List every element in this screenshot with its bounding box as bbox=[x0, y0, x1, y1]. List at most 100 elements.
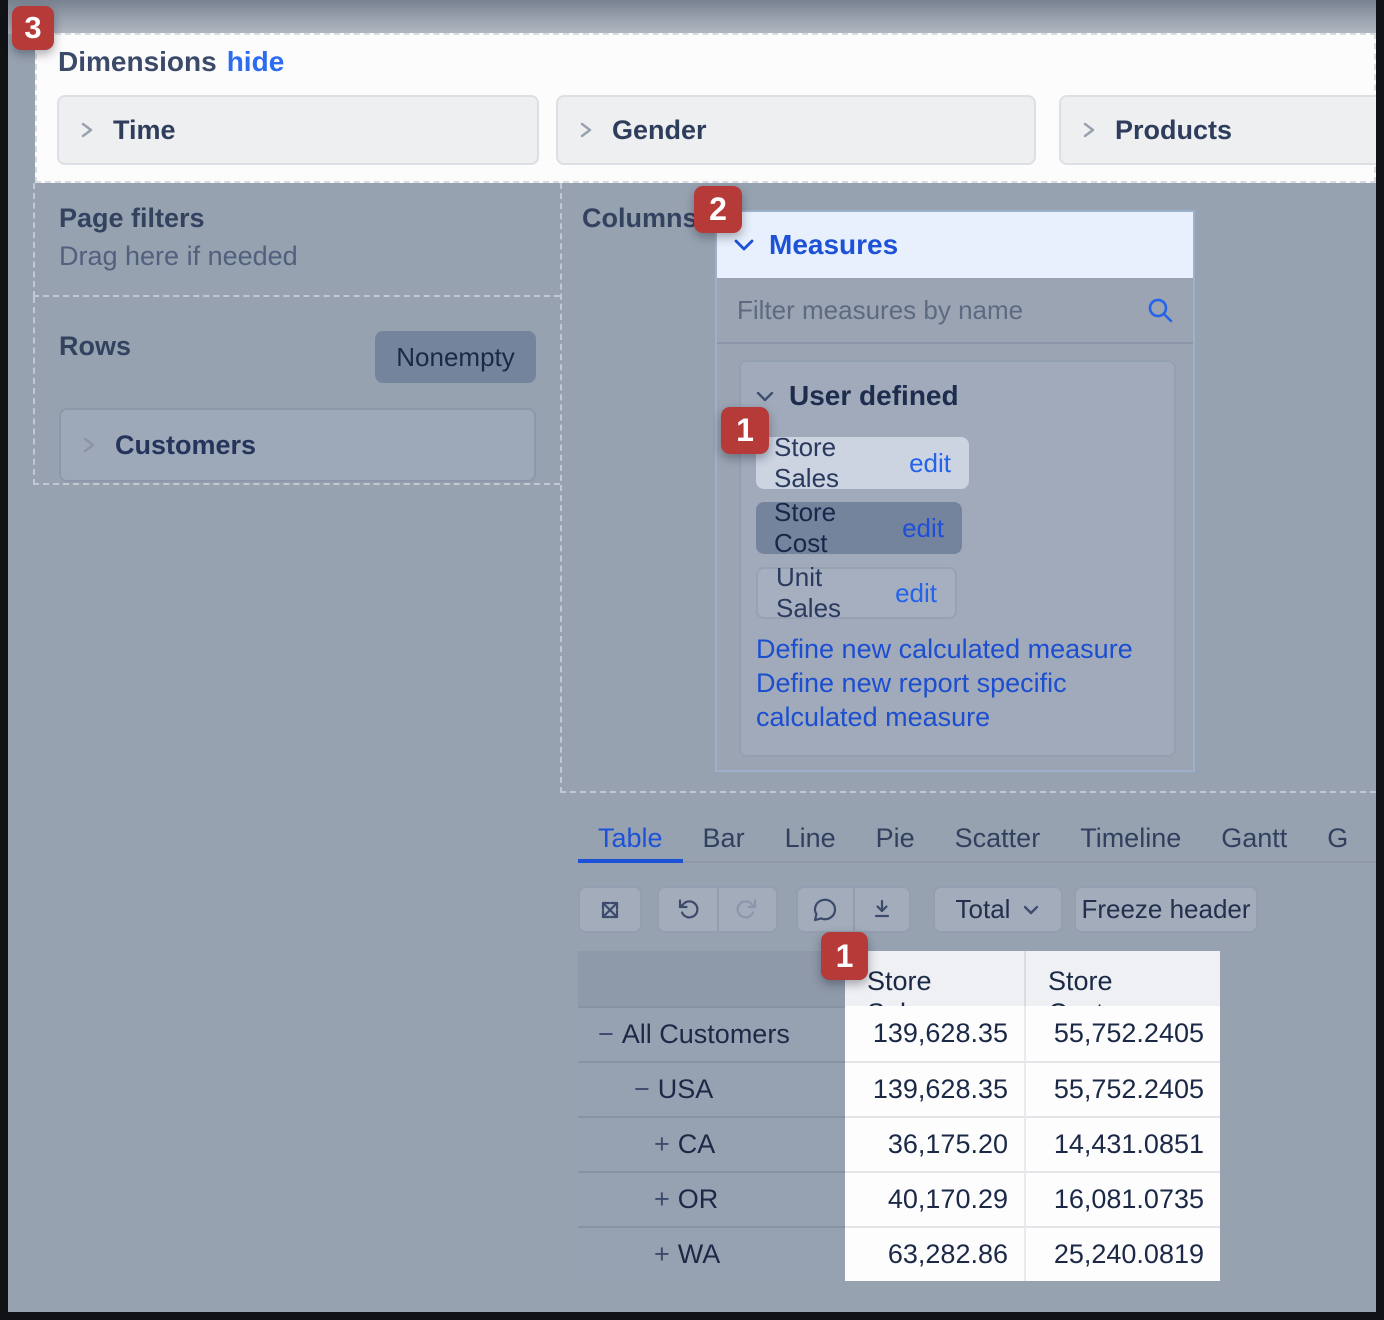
step-1-badge-measures: 1 bbox=[721, 407, 769, 454]
table-cell[interactable]: 139,628.35 bbox=[845, 1061, 1024, 1116]
measure-label: Unit Sales bbox=[776, 562, 883, 624]
measure-edit-link[interactable]: edit bbox=[895, 578, 937, 609]
chevron-right-icon bbox=[578, 118, 594, 142]
screen-edge-left bbox=[0, 0, 8, 1320]
page-filters-title: Page filters bbox=[59, 203, 205, 234]
step-1-badge-table: 1 bbox=[821, 932, 868, 980]
table-cell[interactable]: 40,170.29 bbox=[845, 1171, 1024, 1226]
measure-edit-link[interactable]: edit bbox=[902, 513, 944, 544]
row-header-usa[interactable]: − USA bbox=[578, 1061, 845, 1116]
search-icon[interactable] bbox=[1145, 295, 1175, 325]
columns-dropzone[interactable]: Columns Measures User defined Store bbox=[560, 183, 1376, 793]
measures-popup-title: Measures bbox=[769, 229, 898, 261]
expand-icon[interactable]: + bbox=[654, 1129, 670, 1160]
measures-popup-header[interactable]: Measures bbox=[717, 212, 1193, 278]
freeze-header-button[interactable]: Freeze header bbox=[1074, 886, 1258, 933]
pivot-table: Store Sales Store Cost − All Customers 1… bbox=[578, 951, 1220, 1281]
view-type-tabs: Table Bar Line Pie Scatter Timeline Gant… bbox=[578, 815, 1376, 863]
pivot-designer-screen: Dimensions hide Time Gender Products Page… bbox=[0, 0, 1384, 1320]
row-header-all-customers[interactable]: − All Customers bbox=[578, 1006, 845, 1061]
table-cell[interactable]: 139,628.35 bbox=[845, 1006, 1024, 1061]
tab-gantt[interactable]: Gantt bbox=[1201, 815, 1307, 861]
dimension-card-products[interactable]: Products bbox=[1059, 95, 1384, 165]
row-label: WA bbox=[678, 1239, 721, 1270]
row-label: USA bbox=[658, 1074, 714, 1105]
row-header-ca[interactable]: + CA bbox=[578, 1116, 845, 1171]
measure-item-store-cost[interactable]: Store Cost edit bbox=[756, 502, 962, 554]
tab-bar[interactable]: Bar bbox=[683, 815, 765, 861]
row-header-or[interactable]: + OR bbox=[578, 1171, 845, 1226]
define-report-specific-measure-link[interactable]: Define new report specific calculated me… bbox=[756, 666, 1162, 734]
table-cell[interactable]: 55,752.2405 bbox=[1024, 1006, 1220, 1061]
tab-table[interactable]: Table bbox=[578, 815, 683, 861]
measures-filter-input[interactable] bbox=[735, 294, 1145, 327]
download-icon bbox=[868, 896, 896, 924]
collapse-icon[interactable]: − bbox=[598, 1019, 614, 1050]
total-dropdown-label: Total bbox=[956, 894, 1011, 925]
undo-redo-group bbox=[657, 886, 778, 933]
table-cell[interactable]: 16,081.0735 bbox=[1024, 1171, 1220, 1226]
dimensions-panel: Dimensions hide Time Gender Products bbox=[35, 33, 1376, 183]
measure-edit-link[interactable]: edit bbox=[909, 448, 951, 479]
expand-icon[interactable]: + bbox=[654, 1184, 670, 1215]
chevron-down-icon bbox=[733, 238, 755, 252]
measures-group-user-defined: User defined Store Sales edit Store Cost… bbox=[739, 360, 1176, 757]
undo-icon bbox=[674, 896, 702, 924]
chevron-down-icon bbox=[1022, 904, 1040, 916]
tab-gauge-cutoff[interactable]: G bbox=[1307, 815, 1368, 861]
dimension-label: Products bbox=[1115, 115, 1232, 146]
chevron-down-icon bbox=[755, 390, 775, 403]
define-calculated-measure-link[interactable]: Define new calculated measure bbox=[756, 632, 1162, 666]
page-filters-hint: Drag here if needed bbox=[59, 241, 298, 272]
chevron-right-icon bbox=[1081, 118, 1097, 142]
measure-item-unit-sales[interactable]: Unit Sales edit bbox=[756, 567, 957, 619]
measures-group-header[interactable]: User defined bbox=[755, 380, 959, 412]
dimension-card-time[interactable]: Time bbox=[57, 95, 539, 165]
measures-group-title: User defined bbox=[789, 380, 959, 412]
download-button[interactable] bbox=[853, 888, 910, 931]
freeze-header-label: Freeze header bbox=[1081, 894, 1250, 925]
measure-item-store-sales[interactable]: Store Sales edit bbox=[756, 437, 969, 489]
nonempty-button[interactable]: Nonempty bbox=[375, 331, 536, 383]
row-header-wa[interactable]: + WA bbox=[578, 1226, 845, 1281]
redo-icon bbox=[733, 896, 761, 924]
rows-title: Rows bbox=[59, 331, 131, 362]
comment-download-group bbox=[796, 886, 911, 933]
tab-pie[interactable]: Pie bbox=[856, 815, 935, 861]
redo-button[interactable] bbox=[717, 888, 777, 931]
undo-button[interactable] bbox=[659, 888, 717, 931]
table-cell[interactable]: 55,752.2405 bbox=[1024, 1061, 1220, 1116]
tab-scatter[interactable]: Scatter bbox=[935, 815, 1061, 861]
table-cell[interactable]: 25,240.0819 bbox=[1024, 1226, 1220, 1281]
dimension-card-gender[interactable]: Gender bbox=[556, 95, 1036, 165]
table-cell[interactable]: 14,431.0851 bbox=[1024, 1116, 1220, 1171]
table-cell[interactable]: 63,282.86 bbox=[845, 1226, 1024, 1281]
hide-link[interactable]: hide bbox=[227, 46, 285, 77]
rows-item-label: Customers bbox=[115, 430, 256, 461]
rows-dropzone[interactable]: Rows Nonempty Customers bbox=[33, 297, 560, 485]
chevron-right-icon bbox=[79, 118, 95, 142]
expand-view-button[interactable] bbox=[578, 886, 642, 933]
speech-bubble-icon bbox=[811, 896, 839, 924]
table-cell[interactable]: 36,175.20 bbox=[845, 1116, 1024, 1171]
measures-filter-row bbox=[717, 278, 1193, 344]
total-dropdown[interactable]: Total bbox=[933, 886, 1063, 933]
comment-button[interactable] bbox=[798, 888, 853, 931]
rows-item-customers[interactable]: Customers bbox=[59, 408, 536, 482]
expand-arrows-icon bbox=[596, 896, 624, 924]
measure-label: Store Sales bbox=[774, 432, 897, 494]
measures-popup: Measures User defined Store Sales edit bbox=[715, 210, 1195, 772]
step-3-badge: 3 bbox=[12, 6, 54, 50]
dimensions-title: Dimensions bbox=[58, 46, 217, 77]
page-filters-dropzone[interactable]: Page filters Drag here if needed bbox=[33, 183, 560, 297]
expand-icon[interactable]: + bbox=[654, 1239, 670, 1270]
tab-timeline[interactable]: Timeline bbox=[1060, 815, 1201, 861]
step-2-badge: 2 bbox=[694, 186, 742, 233]
collapse-icon[interactable]: − bbox=[634, 1074, 650, 1105]
tab-line[interactable]: Line bbox=[765, 815, 856, 861]
row-label: All Customers bbox=[622, 1019, 790, 1050]
window-top-bar bbox=[0, 0, 1384, 34]
dimension-label: Time bbox=[113, 115, 176, 146]
screen-edge-right bbox=[1376, 0, 1384, 1320]
dimension-label: Gender bbox=[612, 115, 707, 146]
